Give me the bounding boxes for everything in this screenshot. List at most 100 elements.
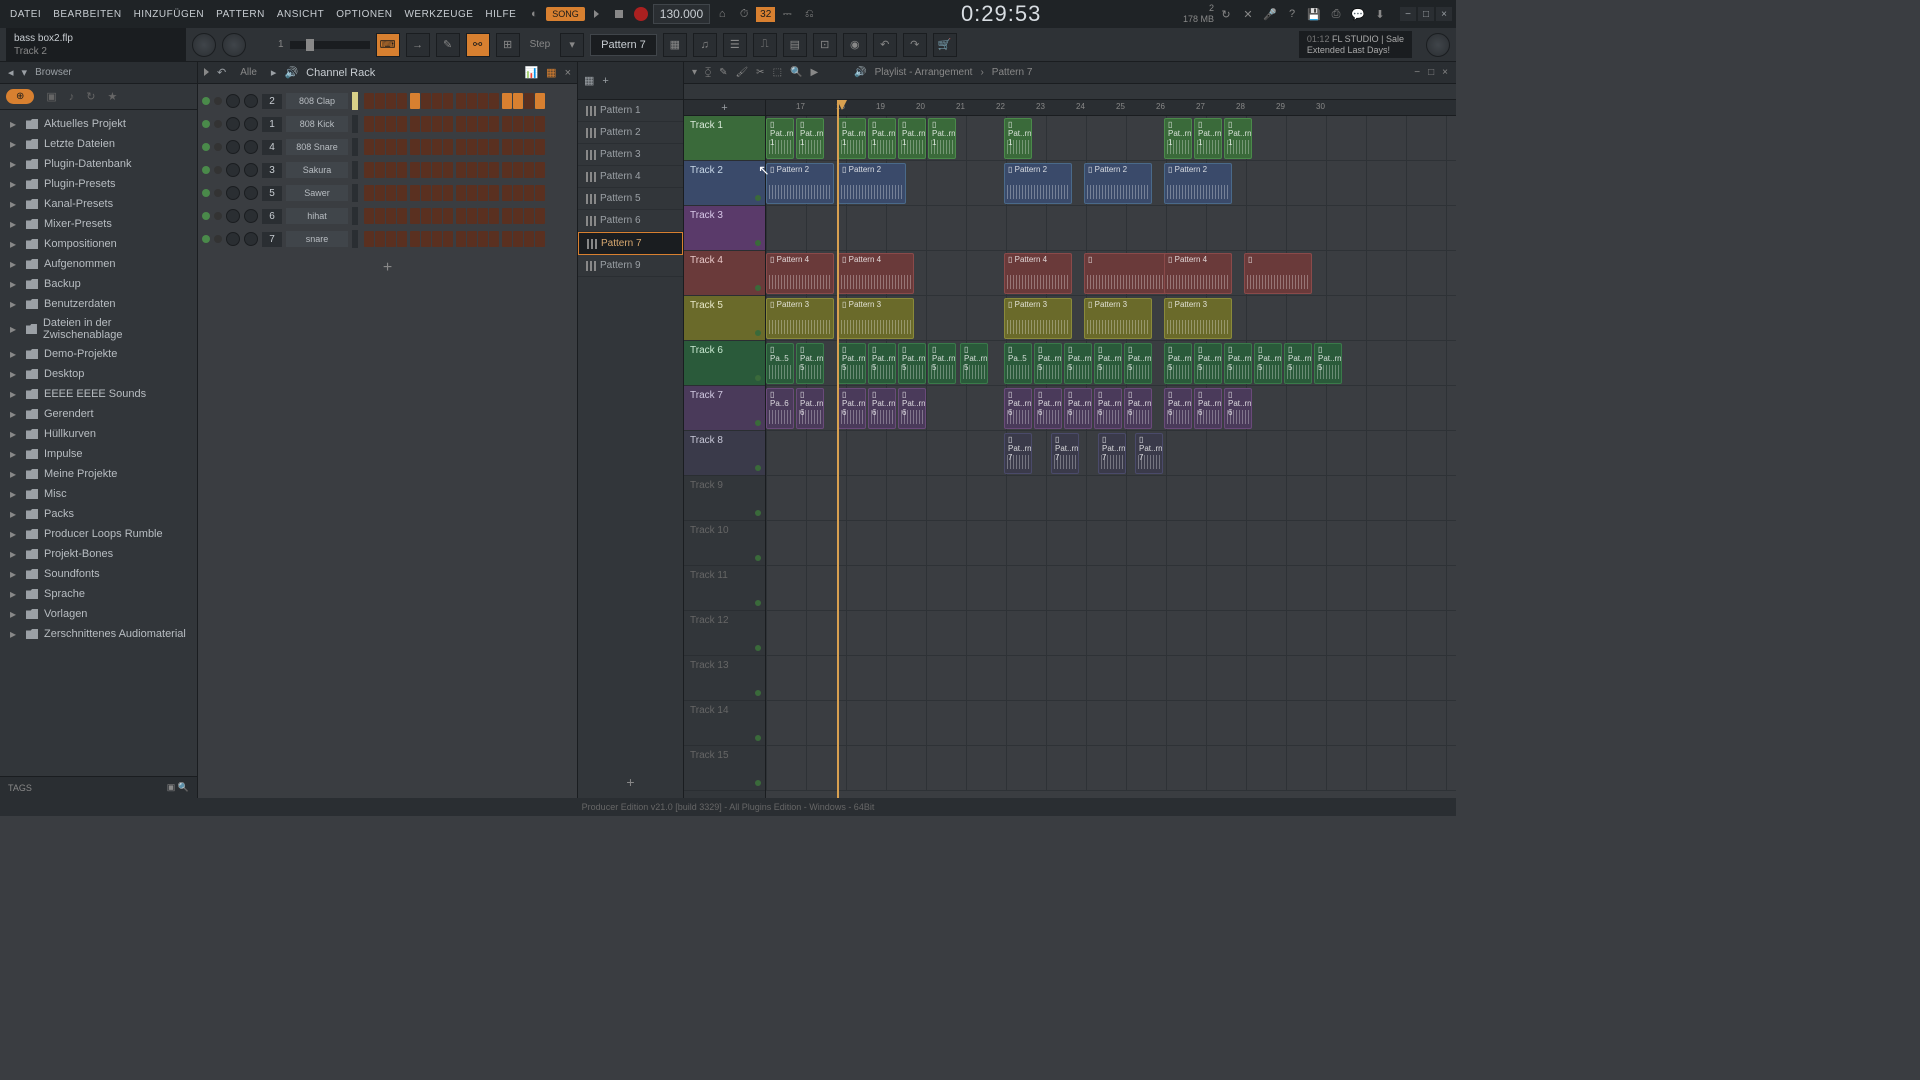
browser-item[interactable]: ▸Benutzerdaten bbox=[0, 294, 197, 314]
channel-name[interactable]: 808 Clap bbox=[286, 93, 348, 109]
pattern-clip[interactable]: ▯ Pattern 2 bbox=[766, 163, 834, 204]
step-cell[interactable] bbox=[513, 162, 523, 178]
track-mute-dot[interactable] bbox=[755, 285, 761, 291]
step-cell[interactable] bbox=[410, 93, 420, 109]
step-cell[interactable] bbox=[456, 162, 466, 178]
rack-close-button[interactable]: × bbox=[565, 67, 571, 79]
step-cell[interactable] bbox=[443, 162, 453, 178]
step-cell[interactable] bbox=[535, 231, 545, 247]
step-cell[interactable] bbox=[386, 93, 396, 109]
pattern-clip[interactable]: ▯ Pat..rn 5 bbox=[1124, 343, 1152, 384]
step-cell[interactable] bbox=[467, 93, 477, 109]
browser-item[interactable]: ▸Meine Projekte bbox=[0, 464, 197, 484]
step-cell[interactable] bbox=[432, 116, 442, 132]
channel-select[interactable] bbox=[352, 161, 358, 179]
step-cell[interactable] bbox=[364, 116, 374, 132]
track-lane[interactable]: ▯ Pattern 2▯ Pattern 2▯ Pattern 2▯ Patte… bbox=[766, 161, 1456, 206]
step-cell[interactable] bbox=[375, 139, 385, 155]
track-lane[interactable] bbox=[766, 611, 1456, 656]
channel-led[interactable] bbox=[202, 97, 210, 105]
pattern-clip[interactable]: ▯ Pat..rn 5 bbox=[838, 343, 866, 384]
browser-item[interactable]: ▸Kanal-Presets bbox=[0, 194, 197, 214]
track-lane[interactable] bbox=[766, 206, 1456, 251]
track-mute-dot[interactable] bbox=[755, 645, 761, 651]
browser-item[interactable]: ▸EEEE EEEE Sounds bbox=[0, 384, 197, 404]
step-cell[interactable] bbox=[410, 231, 420, 247]
track-lane[interactable] bbox=[766, 656, 1456, 701]
step-cell[interactable] bbox=[513, 231, 523, 247]
step-cell[interactable] bbox=[489, 93, 499, 109]
step-cell[interactable] bbox=[535, 208, 545, 224]
step-cell[interactable] bbox=[364, 231, 374, 247]
star-filter-icon[interactable]: ★ bbox=[108, 90, 118, 103]
track-mute-dot[interactable] bbox=[755, 555, 761, 561]
step-cell[interactable] bbox=[432, 139, 442, 155]
channel-name[interactable]: Sawer bbox=[286, 185, 348, 201]
arrow-button[interactable]: → bbox=[406, 33, 430, 57]
step-cell[interactable] bbox=[489, 162, 499, 178]
main-volume-knob[interactable] bbox=[192, 33, 216, 57]
channel-name[interactable]: snare bbox=[286, 231, 348, 247]
pl-max-icon[interactable]: □ bbox=[1428, 67, 1434, 78]
channel-led[interactable] bbox=[202, 212, 210, 220]
pattern-clip[interactable]: ▯ Pat..rn 6 bbox=[898, 388, 926, 429]
track-header[interactable]: Track 7 bbox=[684, 386, 765, 431]
pencil-button[interactable]: ✎ bbox=[436, 33, 460, 57]
step-cell[interactable] bbox=[432, 208, 442, 224]
pattern-clip[interactable]: ▯ Pat..rn 5 bbox=[1284, 343, 1312, 384]
pattern-clip[interactable]: ▯ Pa..6 bbox=[766, 388, 794, 429]
pattern-item[interactable]: Pattern 9 bbox=[578, 255, 683, 277]
step-cell[interactable] bbox=[513, 185, 523, 201]
step-cell[interactable] bbox=[535, 162, 545, 178]
tracks-area[interactable]: ▯ Pat..rn 1▯ Pat..rn 1▯ Pat..rn 1▯ Pat..… bbox=[766, 116, 1456, 791]
track-lane[interactable] bbox=[766, 521, 1456, 566]
channel-vol-knob[interactable] bbox=[244, 163, 258, 177]
browser-item[interactable]: ▸Backup bbox=[0, 274, 197, 294]
browser-item[interactable]: ▸Kompositionen bbox=[0, 234, 197, 254]
channel-pan-knob[interactable] bbox=[226, 232, 240, 246]
channel-vol-knob[interactable] bbox=[244, 186, 258, 200]
picker-list[interactable]: Pattern 1Pattern 2Pattern 3Pattern 4Patt… bbox=[578, 100, 683, 766]
maximize-button[interactable]: □ bbox=[1418, 7, 1434, 21]
step-cell[interactable] bbox=[513, 139, 523, 155]
tempo-display[interactable]: 130.000 bbox=[653, 4, 710, 24]
picker-add-button[interactable]: + bbox=[578, 766, 683, 798]
step-cell[interactable] bbox=[524, 208, 534, 224]
pattern-clip[interactable]: ▯ Pat..rn 6 bbox=[1034, 388, 1062, 429]
browser-item[interactable]: ▸Plugin-Presets bbox=[0, 174, 197, 194]
pattern-clip[interactable]: ▯ Pat..rn 6 bbox=[1224, 388, 1252, 429]
channel-select[interactable] bbox=[352, 115, 358, 133]
step-cell[interactable] bbox=[386, 231, 396, 247]
step-cell[interactable] bbox=[502, 139, 512, 155]
track-mute-dot[interactable] bbox=[755, 375, 761, 381]
pattern-clip[interactable]: ▯ Pat..rn 5 bbox=[1094, 343, 1122, 384]
step-cell[interactable] bbox=[456, 116, 466, 132]
pattern-clip[interactable]: ▯ Pat..rn 7 bbox=[1051, 433, 1079, 474]
step-cell[interactable] bbox=[421, 116, 431, 132]
collapse-tags-icon[interactable]: ▣ bbox=[167, 782, 176, 792]
step-cell[interactable] bbox=[397, 208, 407, 224]
browser-item[interactable]: ▸Aktuelles Projekt bbox=[0, 114, 197, 134]
pattern-clip[interactable]: ▯ Pattern 2 bbox=[1004, 163, 1072, 204]
stop-button[interactable] bbox=[609, 4, 629, 24]
options-icon[interactable]: ▾ bbox=[22, 66, 28, 79]
browser-tree[interactable]: ▸Aktuelles Projekt▸Letzte Dateien▸Plugin… bbox=[0, 110, 197, 776]
rack-filter-dropdown[interactable]: ▸ bbox=[271, 66, 277, 79]
menu-pattern[interactable]: PATTERN bbox=[210, 7, 271, 22]
pattern-clip[interactable]: ▯ Pat..rn 6 bbox=[1064, 388, 1092, 429]
channel-vol-knob[interactable] bbox=[244, 117, 258, 131]
menu-hilfe[interactable]: HILFE bbox=[479, 7, 522, 22]
step-cell[interactable] bbox=[421, 231, 431, 247]
track-mute-dot[interactable] bbox=[755, 690, 761, 696]
step-cell[interactable] bbox=[410, 185, 420, 201]
pattern-clip[interactable]: ▯ Pa..5 bbox=[766, 343, 794, 384]
pattern-clip[interactable]: ▯ Pattern 3 bbox=[1004, 298, 1072, 339]
browser-item[interactable]: ▸Gerendert bbox=[0, 404, 197, 424]
refresh-filter-icon[interactable]: ↻ bbox=[86, 90, 95, 103]
track-header[interactable]: Track 8 bbox=[684, 431, 765, 476]
step-cell[interactable] bbox=[535, 93, 545, 109]
browser-item[interactable]: ▸Demo-Projekte bbox=[0, 344, 197, 364]
pattern-clip[interactable]: ▯ Pat..rn 6 bbox=[1094, 388, 1122, 429]
pattern-clip[interactable]: ▯ Pat..rn 1 bbox=[1004, 118, 1032, 159]
pattern-clip[interactable]: ▯ Pattern 2 bbox=[1084, 163, 1152, 204]
